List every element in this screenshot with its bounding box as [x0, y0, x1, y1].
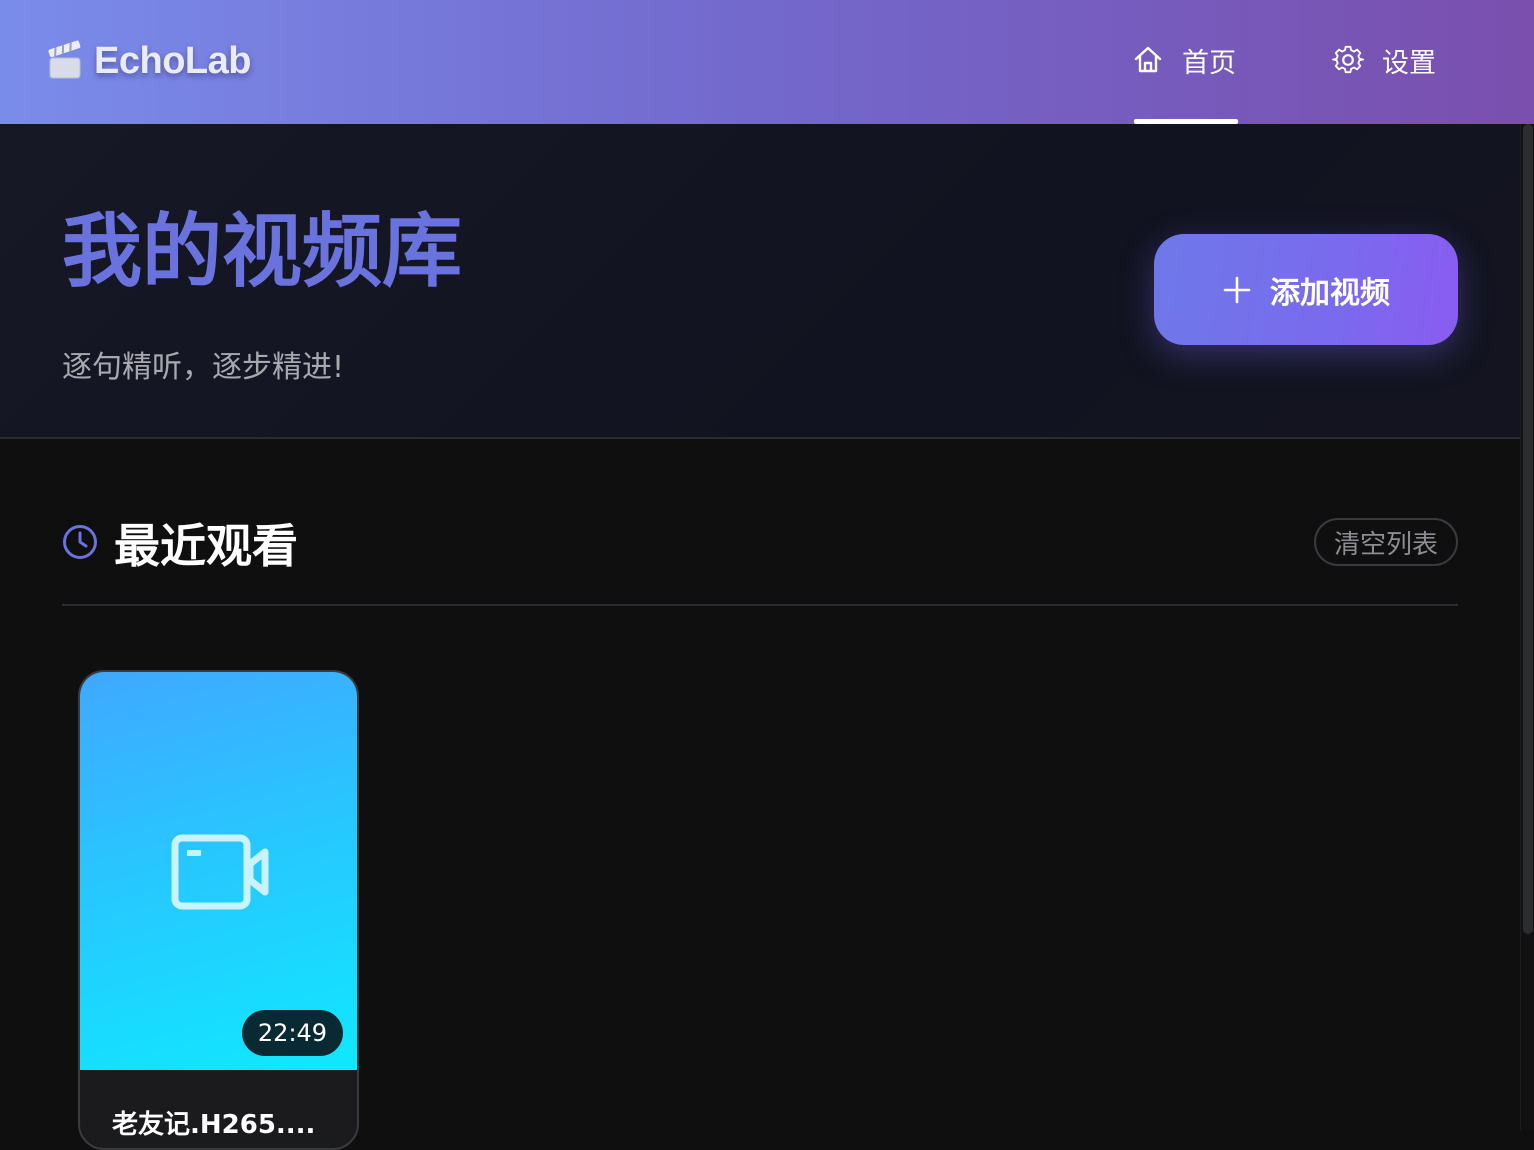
- video-card[interactable]: 22:49 老友记.H265....: [78, 670, 359, 1150]
- nav-home-label: 首页: [1182, 47, 1236, 79]
- nav-home[interactable]: 首页: [1132, 40, 1236, 80]
- app-header: EchoLab 首页 设置: [0, 0, 1534, 124]
- video-thumbnail[interactable]: 22:49: [80, 672, 357, 1070]
- video-camera-icon: [171, 834, 269, 910]
- nav-settings[interactable]: 设置: [1332, 40, 1436, 80]
- hero-banner: 我的视频库 逐句精听，逐步精进! 添加视频: [0, 124, 1520, 439]
- clapperboard-icon: [48, 40, 81, 79]
- add-video-button[interactable]: 添加视频: [1154, 234, 1458, 345]
- scrollbar-thumb[interactable]: [1523, 124, 1533, 934]
- home-icon: [1134, 46, 1162, 73]
- nav-settings-label: 设置: [1382, 47, 1436, 79]
- logo[interactable]: EchoLab: [46, 38, 251, 84]
- page-title: 我的视频库: [62, 205, 462, 298]
- add-video-label: 添加视频: [1270, 275, 1390, 311]
- gear-icon: [1332, 45, 1364, 74]
- video-title: 老友记.H265....: [112, 1110, 316, 1140]
- logo-text: EchoLab: [94, 39, 251, 82]
- plus-icon: [1223, 276, 1251, 303]
- section-divider: [62, 604, 1458, 606]
- scrollbar[interactable]: [1520, 124, 1534, 1130]
- clear-list-button[interactable]: 清空列表: [1314, 518, 1458, 566]
- page-subtitle: 逐句精听，逐步精进!: [62, 350, 345, 385]
- recent-section-title: 最近观看: [114, 519, 298, 573]
- clock-icon: [63, 525, 97, 559]
- duration-badge: 22:49: [242, 1010, 343, 1056]
